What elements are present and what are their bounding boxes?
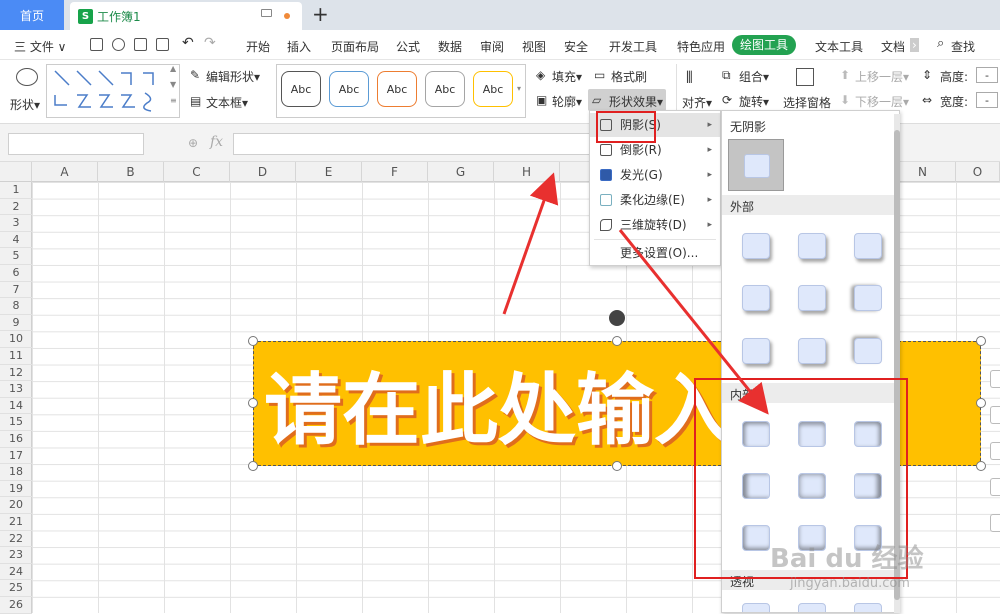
watermark-url: jingyan.baidu.com — [790, 576, 910, 591]
watermark-logo: Bai du 经验 — [770, 544, 924, 574]
arrow-to-toolbar — [502, 172, 559, 315]
arrow-to-inner-shadow — [618, 229, 769, 415]
annotation-arrows — [502, 172, 769, 415]
